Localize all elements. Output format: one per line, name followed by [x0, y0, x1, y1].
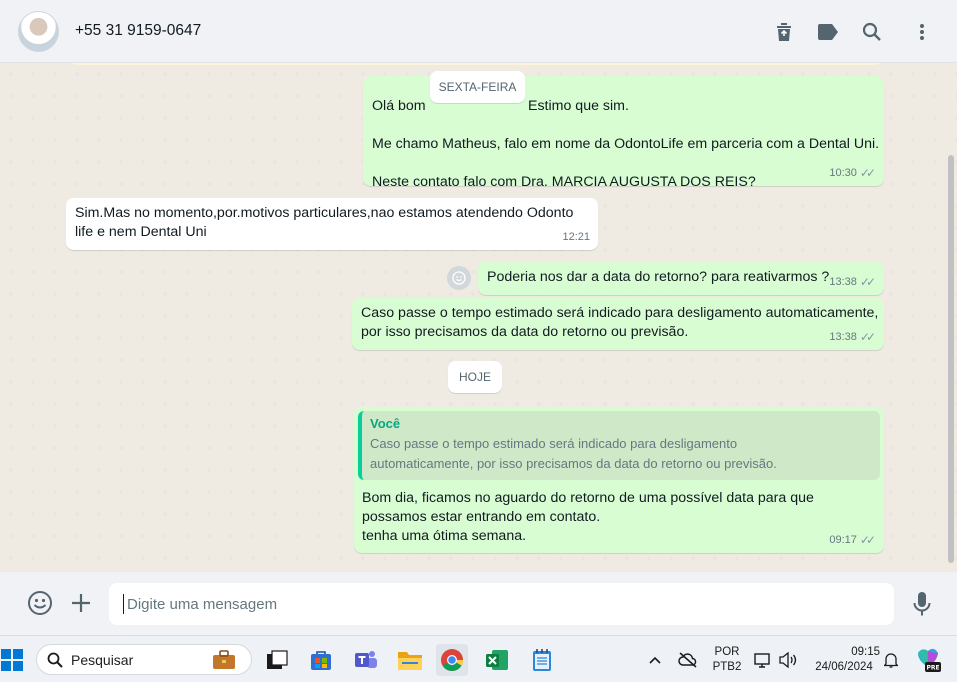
message-text: Bom dia, ficamos no aguardo do retorno d…: [362, 490, 814, 544]
message-text: Caso passe o tempo estimado será indicad…: [361, 305, 879, 340]
message-meta: 12:21: [562, 228, 590, 247]
message-time: 13:38: [829, 276, 857, 288]
taskbar-search[interactable]: Pesquisar: [36, 644, 252, 675]
teams-icon[interactable]: [350, 644, 382, 676]
taskbar-search-placeholder: Pesquisar: [71, 651, 134, 668]
message-bubble-outgoing[interactable]: Poderia nos dar a data do retorno? para …: [478, 261, 884, 295]
trash-icon[interactable]: [772, 20, 796, 44]
message-text: Poderia nos dar a data do retorno? para …: [487, 269, 830, 285]
message-time: 10:30: [829, 167, 857, 179]
chat-panel: Olá bom Estimo que sim. Me chamo Matheus…: [0, 63, 957, 572]
message-line: Neste contato falo com Dra. MARCIA AUGUS…: [372, 174, 756, 190]
read-ticks-icon: ✓✓: [859, 166, 876, 180]
chat-header: +55 31 9159-0647: [0, 0, 957, 63]
chrome-icon[interactable]: [436, 644, 468, 676]
message-bubble-outgoing[interactable]: Você Caso passe o tempo estimado será in…: [354, 407, 884, 553]
input-language[interactable]: POR PTB2: [708, 645, 746, 675]
label-icon[interactable]: [816, 20, 840, 44]
message-time: 09:17: [829, 534, 857, 546]
emoji-icon[interactable]: [26, 589, 54, 617]
language-line-2: PTB2: [712, 661, 742, 673]
clock-date: 24/06/2024: [815, 661, 873, 673]
message-text: Sim.Mas no momento,por.motivos particula…: [75, 205, 574, 240]
message-meta: 13:38 ✓✓: [829, 328, 876, 347]
volume-icon[interactable]: [776, 644, 800, 676]
compose-bar: Digite uma mensagem: [0, 572, 957, 635]
message-bubble-incoming[interactable]: Sim.Mas no momento,por.motivos particula…: [66, 198, 598, 250]
chat-scrollbar[interactable]: [948, 155, 954, 563]
plus-icon[interactable]: [67, 589, 95, 617]
date-separator: SEXTA-FEIRA: [430, 71, 525, 103]
read-ticks-icon: ✓✓: [859, 330, 876, 344]
microsoft-store-icon[interactable]: [305, 644, 337, 676]
mic-icon[interactable]: [908, 590, 936, 618]
date-separator: HOJE: [448, 361, 502, 393]
message-meta: 13:38 ✓✓: [829, 273, 876, 292]
briefcase-icon: [213, 650, 235, 669]
read-ticks-icon: ✓✓: [859, 275, 876, 289]
message-meta: 09:17 ✓✓: [829, 531, 876, 550]
clock-time: 09:15: [851, 646, 880, 658]
message-prefix: Olá bom: [372, 98, 426, 114]
search-icon: [47, 652, 63, 668]
message-input[interactable]: Digite uma mensagem: [109, 583, 894, 625]
search-icon[interactable]: [860, 20, 884, 44]
quoted-message[interactable]: Você Caso passe o tempo estimado será in…: [358, 411, 880, 480]
message-input-placeholder: Digite uma mensagem: [127, 595, 278, 613]
message-suffix: Estimo que sim.: [528, 98, 629, 114]
task-view-icon[interactable]: [261, 644, 293, 676]
copilot-badge: PRE: [926, 665, 939, 672]
language-line-1: POR: [714, 646, 740, 658]
text-caret: [123, 594, 124, 614]
excel-icon[interactable]: [481, 644, 513, 676]
read-ticks-icon: ✓✓: [859, 533, 876, 547]
network-icon[interactable]: [752, 644, 774, 676]
message-time: 12:21: [562, 231, 590, 243]
message-time: 13:38: [829, 331, 857, 343]
contact-name[interactable]: +55 31 9159-0647: [75, 22, 201, 40]
quote-text: Caso passe o tempo estimado será indicad…: [370, 436, 777, 471]
more-icon[interactable]: [910, 20, 934, 44]
previous-message-edge: [70, 63, 882, 65]
message-text: Me chamo Matheus, falo em nome da Odonto…: [372, 135, 882, 192]
cloud-offline-icon[interactable]: [676, 644, 700, 676]
contact-avatar[interactable]: [18, 11, 59, 52]
react-emoji-icon[interactable]: [447, 266, 471, 290]
chevron-up-icon[interactable]: [644, 644, 666, 676]
copilot-icon[interactable]: PRE: [912, 644, 944, 676]
file-explorer-icon[interactable]: [394, 644, 426, 676]
windows-taskbar: Pesquisar POR PTB2 09:15 24/06/2024 PRE: [0, 635, 957, 682]
message-meta: 10:30 ✓✓: [829, 164, 876, 183]
quote-author: Você: [370, 416, 401, 431]
message-bubble-outgoing[interactable]: Caso passe o tempo estimado será indicad…: [352, 298, 884, 350]
notepad-icon[interactable]: [526, 644, 558, 676]
system-clock[interactable]: 09:15 24/06/2024: [808, 645, 880, 675]
windows-start-icon[interactable]: [0, 644, 24, 676]
message-line: Me chamo Matheus, falo em nome da Odonto…: [372, 136, 880, 152]
notification-bell-icon[interactable]: [880, 644, 902, 676]
